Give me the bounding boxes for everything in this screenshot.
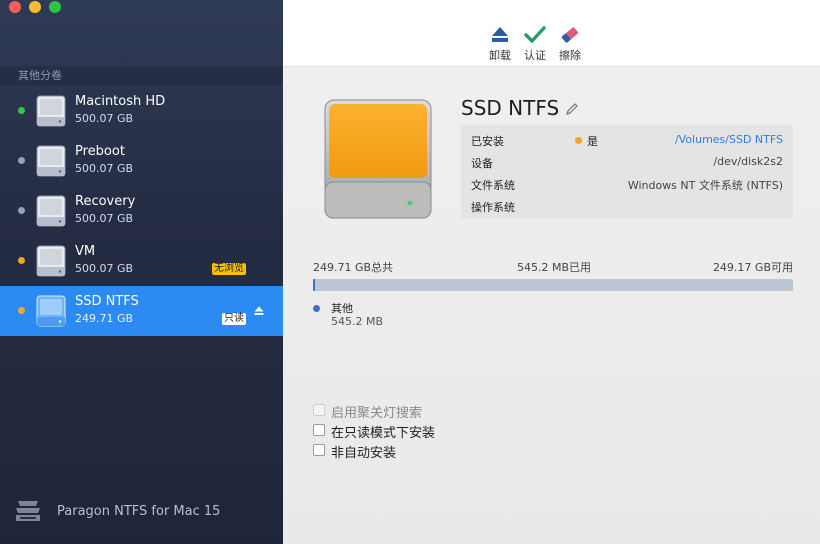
mount-path-link[interactable]: /Volumes/SSD NTFS (675, 133, 783, 146)
option-label: 非自动安装 (331, 446, 397, 461)
eject-icon[interactable] (254, 306, 264, 316)
usage-bar-fill (313, 279, 315, 291)
checkbox[interactable] (313, 444, 325, 456)
status-dot (18, 307, 25, 314)
disk-icon (36, 245, 66, 277)
volume-size: 249.71 GB (75, 312, 134, 325)
zoom-window-button[interactable] (49, 1, 61, 13)
erase-button[interactable]: 擦除 (550, 24, 590, 63)
sidebar-volume-ssd-ntfs[interactable]: SSD NTFS 249.71 GB 只读 (0, 286, 283, 336)
app-name: Paragon NTFS for Mac 15 (57, 504, 221, 519)
option-label: 启用聚关灯搜索 (331, 406, 423, 421)
volume-size: 500.07 GB (75, 112, 134, 125)
disk-icon (36, 195, 66, 227)
volume-size: 500.07 GB (75, 262, 134, 275)
volume-name: SSD NTFS (75, 294, 139, 309)
window-controls (9, 1, 61, 13)
eraser-icon (561, 27, 579, 43)
info-row-mounted: 已安装 是 /Volumes/SSD NTFS (471, 131, 783, 149)
info-key: 设备 (471, 157, 493, 170)
legend-dot (313, 305, 320, 312)
verify-button[interactable]: 认证 (515, 24, 555, 63)
info-row-device: 设备 /dev/disk2s2 (471, 153, 783, 171)
pencil-icon[interactable] (565, 102, 579, 116)
disk-icon (36, 145, 66, 177)
used-capacity: 545.2 MB已用 (517, 261, 592, 274)
close-window-button[interactable] (9, 1, 21, 13)
option-label: 在只读模式下安装 (331, 426, 436, 441)
status-badge: 只读 (222, 313, 246, 325)
toolbar: 卸载 认证 擦除 (283, 0, 820, 67)
paragon-logo-icon (16, 501, 40, 521)
volume-name: Recovery (75, 194, 136, 209)
info-value: Windows NT 文件系统 (NTFS) (627, 179, 783, 192)
usage-labels: 249.71 GB总共 545.2 MB已用 249.17 GB可用 (313, 259, 793, 275)
erase-label: 擦除 (559, 49, 581, 62)
info-key: 操作系统 (471, 201, 515, 214)
mounted-status-dot (575, 137, 582, 144)
volume-name: Macintosh HD (75, 94, 166, 109)
volume-title: SSD NTFS (461, 96, 560, 120)
volume-size: 500.07 GB (75, 162, 134, 175)
status-dot (18, 107, 25, 114)
sidebar-volume-preboot[interactable]: Preboot 500.07 GB (0, 136, 283, 186)
status-dot (18, 257, 25, 264)
status-dot (18, 157, 25, 164)
eject-icon (492, 27, 508, 42)
volume-info-panel: 已安装 是 /Volumes/SSD NTFS 设备 /dev/disk2s2 … (461, 125, 793, 219)
info-row-filesystem: 文件系统 Windows NT 文件系统 (NTFS) (471, 175, 783, 193)
volume-drive-icon (324, 99, 432, 219)
checkmark-icon (524, 26, 546, 43)
unmount-label: 卸载 (489, 49, 511, 62)
sidebar-volume-recovery[interactable]: Recovery 500.07 GB (0, 186, 283, 236)
total-capacity: 249.71 GB总共 (313, 261, 394, 274)
volume-name: VM (75, 244, 96, 259)
disk-icon (36, 95, 66, 127)
sidebar-section-label: 其他分卷 (0, 66, 283, 86)
volume-name: Preboot (75, 144, 125, 159)
sidebar-volume-vm[interactable]: VM 500.07 GB 无浏览 (0, 236, 283, 286)
checkbox[interactable] (313, 424, 325, 436)
info-row-os: 操作系统 (471, 197, 783, 215)
sidebar: 其他分卷 Macintosh HD 500.07 GB Preboot 500.… (0, 0, 283, 544)
usage-bar (313, 279, 793, 291)
info-key: 已安装 (471, 135, 504, 148)
unmount-button[interactable]: 卸载 (480, 24, 520, 63)
verify-label: 认证 (524, 49, 546, 62)
info-value: /dev/disk2s2 (713, 155, 783, 168)
volume-size: 500.07 GB (75, 212, 134, 225)
main-panel: 卸载 认证 擦除 SSD NTFS 已安装 是 /Volumes/SSD NTF… (283, 0, 820, 544)
free-capacity: 249.17 GB可用 (712, 261, 793, 274)
status-badge: 无浏览 (212, 263, 246, 275)
sidebar-volume-macintosh-hd[interactable]: Macintosh HD 500.07 GB (0, 86, 283, 136)
disk-icon (36, 295, 66, 327)
legend-name: 其他 (331, 302, 353, 315)
minimize-window-button[interactable] (29, 1, 41, 13)
status-dot (18, 207, 25, 214)
legend-size: 545.2 MB (331, 315, 384, 328)
app-footer: Paragon NTFS for Mac 15 (0, 482, 283, 544)
checkbox[interactable] (313, 404, 325, 416)
info-key: 文件系统 (471, 179, 515, 192)
mounted-status: 是 (587, 135, 598, 148)
